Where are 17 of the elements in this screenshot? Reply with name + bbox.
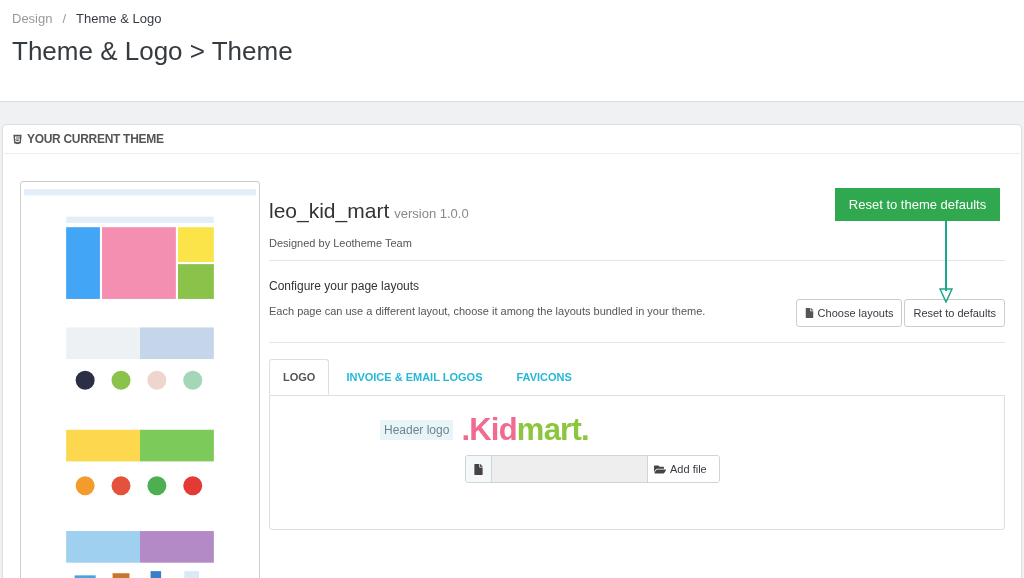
layouts-description: Each page can use a different layout, choose it among the layouts bundled in your theme. [269, 304, 706, 319]
header-logo-label: Header logo [380, 419, 454, 440]
annotation-callout: Reset to theme defaults [835, 188, 1000, 221]
breadcrumb-item: Theme & Logo [76, 10, 162, 28]
reset-defaults-button[interactable]: Reset to defaults [904, 299, 1005, 327]
file-icon [804, 308, 814, 318]
panel-title: YOUR CURRENT THEME [27, 131, 164, 148]
kidmart-logo: .Kidmart. [461, 414, 589, 445]
breadcrumb-separator: / [62, 10, 67, 28]
choose-layouts-button[interactable]: Choose layouts [795, 299, 903, 327]
theme-name: leo_kid_mart [269, 198, 390, 225]
theme-version: version 1.0.0 [394, 205, 469, 223]
page-title: Theme & Logo > Theme [12, 34, 294, 67]
layouts-heading: Configure your page layouts [269, 278, 421, 295]
tab[interactable]: LOGO [269, 359, 330, 395]
html5-icon [12, 133, 23, 145]
theme-author: Designed by Leotheme Team [269, 235, 413, 251]
